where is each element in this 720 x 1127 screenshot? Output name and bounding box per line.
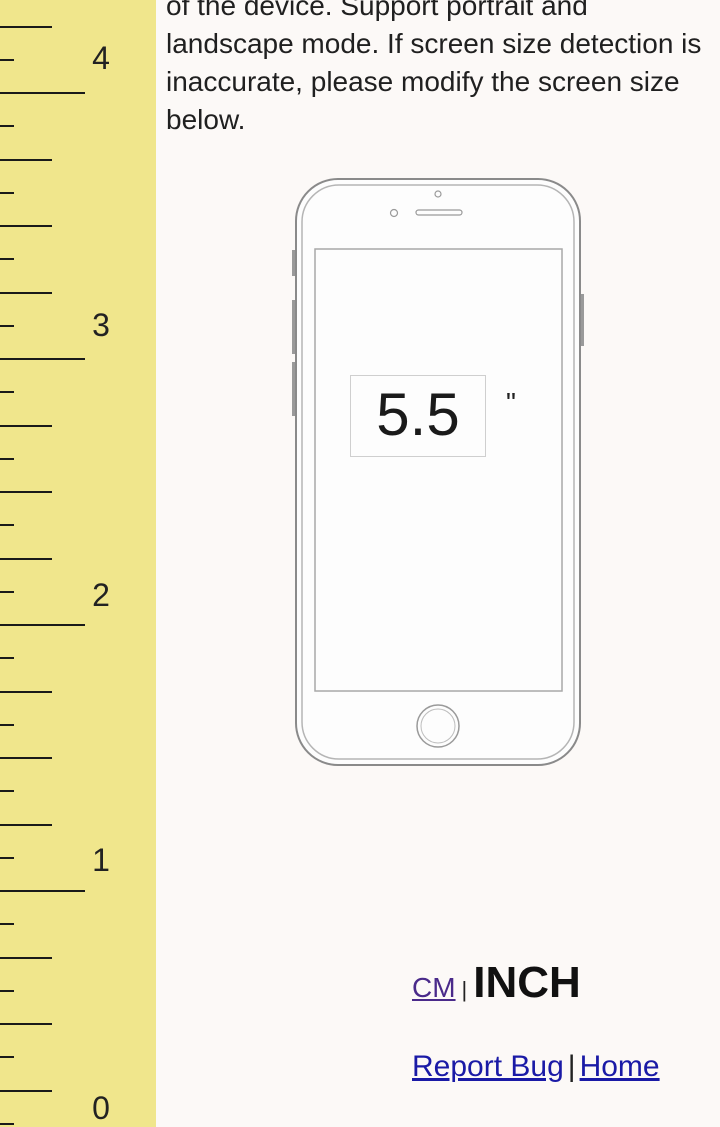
ruler-tick bbox=[0, 624, 85, 626]
ruler-tick bbox=[0, 1123, 14, 1125]
ruler-label-4: 4 bbox=[92, 40, 110, 76]
ruler-tick bbox=[0, 192, 14, 194]
ruler-tick bbox=[0, 591, 14, 593]
screen-size-input[interactable]: 5.5 bbox=[350, 375, 486, 457]
ruler-tick bbox=[0, 292, 52, 294]
ruler-tick bbox=[0, 1090, 52, 1092]
report-bug-link[interactable]: Report Bug bbox=[412, 1050, 564, 1083]
ruler-tick bbox=[0, 325, 14, 327]
ruler-label-2: 2 bbox=[92, 577, 110, 613]
ruler-tick bbox=[0, 258, 14, 260]
ruler-tick bbox=[0, 1023, 52, 1025]
ruler-tick bbox=[0, 524, 14, 526]
phone-power-button bbox=[581, 294, 584, 346]
ruler-tick bbox=[0, 724, 14, 726]
cm-unit-link[interactable]: CM bbox=[412, 972, 456, 1003]
ruler: 4 3 2 1 0 bbox=[0, 0, 156, 1127]
ruler-tick bbox=[0, 491, 52, 493]
ruler-tick bbox=[0, 1056, 14, 1058]
ruler-tick bbox=[0, 92, 85, 94]
ruler-tick bbox=[0, 890, 85, 892]
phone-illustration bbox=[292, 178, 584, 766]
instructions-text: of the device. Support portrait and land… bbox=[166, 0, 702, 135]
ruler-tick bbox=[0, 990, 14, 992]
unit-switch: CM | INCH bbox=[412, 958, 581, 1007]
home-link[interactable]: Home bbox=[580, 1050, 660, 1083]
footer-links: Report Bug | Home bbox=[412, 1050, 660, 1084]
phone-volume-down-button bbox=[292, 362, 295, 416]
ruler-tick bbox=[0, 125, 14, 127]
ruler-tick bbox=[0, 691, 52, 693]
footer-separator: | bbox=[567, 1050, 576, 1083]
ruler-tick bbox=[0, 59, 14, 61]
ruler-tick bbox=[0, 26, 52, 28]
ruler-tick bbox=[0, 225, 52, 227]
ruler-tick bbox=[0, 790, 14, 792]
ruler-tick bbox=[0, 757, 52, 759]
ruler-label-3: 3 bbox=[92, 307, 110, 343]
ruler-label-0: 0 bbox=[92, 1090, 110, 1126]
ruler-tick bbox=[0, 425, 52, 427]
ruler-tick bbox=[0, 391, 14, 393]
inch-unit-mark: " bbox=[506, 387, 516, 418]
inch-unit-label: INCH bbox=[473, 958, 581, 1007]
ruler-tick bbox=[0, 824, 52, 826]
ruler-tick bbox=[0, 558, 52, 560]
unit-separator: | bbox=[461, 977, 468, 1002]
ruler-tick bbox=[0, 159, 52, 161]
ruler-tick bbox=[0, 923, 14, 925]
ruler-tick bbox=[0, 857, 14, 859]
ruler-label-1: 1 bbox=[92, 842, 110, 878]
ruler-tick bbox=[0, 458, 14, 460]
ruler-tick bbox=[0, 657, 14, 659]
phone-side-button bbox=[292, 250, 295, 276]
ruler-tick bbox=[0, 957, 52, 959]
app-root: 4 3 2 1 0 of the device. Support portrai… bbox=[0, 0, 720, 1127]
ruler-tick bbox=[0, 358, 85, 360]
phone-volume-up-button bbox=[292, 300, 295, 354]
